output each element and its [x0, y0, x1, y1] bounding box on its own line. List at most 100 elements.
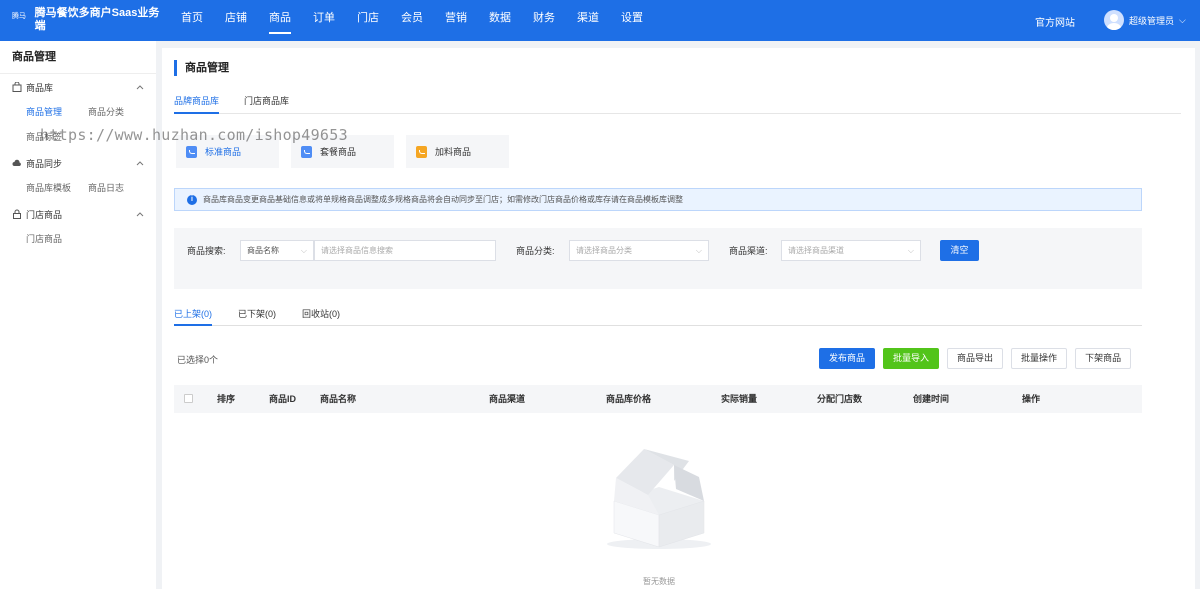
type-card-label: 加料商品	[435, 147, 472, 157]
search-type-select[interactable]: 商品名称 ⌵	[240, 240, 314, 261]
avatar	[1104, 10, 1124, 30]
column-header-created[interactable]: 创建时间	[913, 385, 949, 413]
bottle-icon	[416, 145, 427, 158]
column-header-goods-name[interactable]: 商品名称	[320, 385, 356, 413]
page-title: 商品管理	[174, 60, 229, 76]
main-content: 商品管理 品牌商品库 门店商品库 标准商品 套餐商品 加料商品 i 商品库商品变…	[162, 48, 1195, 589]
library-tabs: 品牌商品库 门店商品库	[174, 90, 1181, 114]
sidebar-group-label: 门店商品	[26, 209, 63, 220]
nav-item-store[interactable]: 店铺	[214, 0, 258, 41]
goods-type-cards: 标准商品 套餐商品 加料商品	[176, 135, 509, 168]
category-placeholder: 请选择商品分类	[576, 246, 632, 255]
chevron-up-icon	[136, 83, 144, 92]
sidebar-group-label: 商品同步	[26, 158, 63, 169]
nav-item-channels[interactable]: 渠道	[566, 0, 610, 41]
info-icon: i	[187, 194, 197, 205]
nav-item-home[interactable]: 首页	[170, 0, 214, 41]
search-type-value: 商品名称	[247, 246, 279, 255]
sidebar-group-goods-library[interactable]: 商品库	[0, 74, 156, 100]
bulk-operations-button[interactable]: 批量操作	[1011, 348, 1068, 369]
column-header-channel[interactable]: 商品渠道	[489, 385, 525, 413]
filter-panel: 商品搜索: 商品名称 ⌵ 请选择商品信息搜索 商品分类: 请选择商品分类 ⌵ 商…	[174, 228, 1142, 289]
sidebar-item-store-goods[interactable]: 门店商品	[26, 227, 74, 252]
clear-button[interactable]: 清空	[940, 240, 979, 261]
nav-item-finance[interactable]: 财务	[522, 0, 566, 41]
export-goods-button[interactable]: 商品导出	[947, 348, 1004, 369]
user-menu[interactable]: 超级管理员 ⌵	[1104, 10, 1186, 30]
sidebar-item-goods-category[interactable]: 商品分类	[88, 100, 136, 125]
chevron-up-icon	[136, 159, 144, 168]
bulk-import-button[interactable]: 批量导入	[883, 348, 940, 369]
top-navbar: 腾马 腾马餐饮多商户Saas业务端 首页 店铺 商品 订单 门店 会员 营销 数…	[0, 0, 1200, 41]
column-header-goods-id[interactable]: 商品ID	[269, 385, 296, 413]
status-tabs: 已上架(0) 已下架(0) 回收站(0)	[174, 304, 1142, 326]
tab-delisted[interactable]: 已下架(0)	[238, 304, 276, 325]
bag-icon	[12, 81, 22, 92]
empty-state: 暂无数据	[604, 443, 714, 586]
select-all-checkbox[interactable]	[184, 394, 193, 403]
type-card-label: 标准商品	[205, 147, 242, 157]
column-header-price[interactable]: 商品库价格	[606, 385, 651, 413]
tab-listed[interactable]: 已上架(0)	[174, 304, 212, 326]
type-card-standard[interactable]: 标准商品	[176, 135, 279, 168]
column-header-sort[interactable]: 排序	[217, 385, 235, 413]
chevron-down-icon: ⌵	[300, 246, 307, 255]
info-notice: i 商品库商品变更商品基础信息或将单规格商品调整成多规格商品将会自动同步至门店；…	[174, 188, 1142, 211]
category-select[interactable]: 请选择商品分类 ⌵	[569, 240, 709, 261]
nav-item-orders[interactable]: 订单	[302, 0, 346, 41]
user-name: 超级管理员	[1129, 15, 1175, 26]
column-header-sales[interactable]: 实际销量	[721, 385, 757, 413]
nav-item-members[interactable]: 会员	[390, 0, 434, 41]
sidebar-item-goods-manage[interactable]: 商品管理	[26, 100, 74, 125]
bag-icon	[186, 145, 197, 158]
sidebar-group-label: 商品库	[26, 82, 54, 93]
tab-store-library[interactable]: 门店商品库	[244, 90, 289, 113]
channel-select[interactable]: 请选择商品渠道 ⌵	[781, 240, 921, 261]
notice-text: 商品库商品变更商品基础信息或将单规格商品调整成多规格商品将会自动同步至门店；如需…	[203, 195, 683, 204]
chevron-up-icon	[136, 210, 144, 219]
category-label: 商品分类:	[516, 246, 555, 256]
search-placeholder: 请选择商品信息搜索	[321, 246, 393, 255]
column-header-actions[interactable]: 操作	[1022, 385, 1040, 413]
app-logo[interactable]: 腾马 腾马餐饮多商户Saas业务端	[12, 7, 160, 33]
nav-item-data[interactable]: 数据	[478, 0, 522, 41]
sidebar-title: 商品管理	[0, 41, 156, 74]
tab-brand-library[interactable]: 品牌商品库	[174, 90, 220, 114]
table-header: 排序 商品ID 商品名称 商品渠道 商品库价格 实际销量 分配门店数 创建时间 …	[174, 385, 1142, 413]
sidebar-group-goods-sync[interactable]: 商品同步	[0, 150, 156, 176]
main-nav: 首页 店铺 商品 订单 门店 会员 营销 数据 财务 渠道 设置	[170, 0, 654, 41]
search-label: 商品搜索:	[187, 246, 226, 256]
search-input[interactable]: 请选择商品信息搜索	[314, 240, 496, 261]
type-card-addon[interactable]: 加料商品	[406, 135, 509, 168]
logo-mark: 腾马	[12, 13, 26, 20]
chevron-down-icon: ⌵	[1179, 14, 1186, 25]
publish-goods-button[interactable]: 发布商品	[819, 348, 876, 369]
sidebar-item-goods-tags[interactable]: 商品标签	[26, 125, 74, 150]
nav-item-goods[interactable]: 商品	[258, 0, 302, 41]
nav-item-shops[interactable]: 门店	[346, 0, 390, 41]
scrollbar[interactable]	[1195, 41, 1200, 589]
action-buttons: 发布商品 批量导入 商品导出 批量操作 下架商品	[819, 348, 1132, 369]
chevron-down-icon: ⌵	[907, 246, 914, 255]
sidebar-group-store-goods[interactable]: 门店商品	[0, 201, 156, 227]
channel-label: 商品渠道:	[729, 246, 768, 256]
chevron-down-icon: ⌵	[695, 246, 702, 255]
sidebar-item-goods-template[interactable]: 商品库模板	[26, 176, 74, 201]
selected-count: 已选择0个	[177, 355, 219, 365]
tab-recycle-bin[interactable]: 回收站(0)	[302, 304, 340, 325]
sidebar-item-goods-log[interactable]: 商品日志	[88, 176, 136, 201]
lock-icon	[12, 209, 22, 219]
bag-icon	[301, 145, 312, 158]
delist-goods-button[interactable]: 下架商品	[1075, 348, 1132, 369]
type-card-label: 套餐商品	[320, 147, 357, 157]
type-card-combo[interactable]: 套餐商品	[291, 135, 394, 168]
empty-text: 暂无数据	[643, 577, 675, 586]
sidebar: 商品管理 商品库 商品管理 商品分类 商品标签 商品同步 商品库模板 商品日志 …	[0, 41, 156, 589]
official-site-link[interactable]: 官方网站	[1035, 14, 1075, 29]
nav-item-settings[interactable]: 设置	[610, 0, 654, 41]
app-title: 腾马餐饮多商户Saas业务端	[34, 7, 160, 32]
column-header-store-count[interactable]: 分配门店数	[817, 385, 862, 413]
empty-box-icon	[607, 449, 711, 549]
nav-item-marketing[interactable]: 营销	[434, 0, 478, 41]
channel-placeholder: 请选择商品渠道	[788, 246, 844, 255]
